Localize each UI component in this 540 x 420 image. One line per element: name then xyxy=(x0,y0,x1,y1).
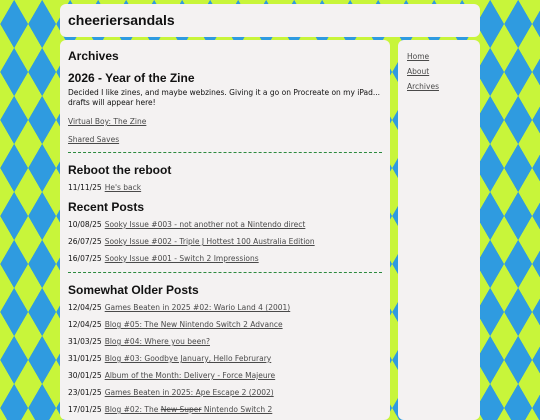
post-date: 31/01/25 xyxy=(68,354,102,363)
site-title[interactable]: cheeriersandals xyxy=(68,12,472,28)
reboot-section-title: Reboot the reboot xyxy=(68,163,172,177)
post-title-strikethrough: New Super xyxy=(160,405,202,414)
post-date: 16/07/25 xyxy=(68,254,102,263)
post-row: 12/04/25 Blog #05: The New Nintendo Switc… xyxy=(68,320,382,330)
post-link[interactable]: Sooky Issue #002 - Triple J Hottest 100 … xyxy=(105,237,315,246)
post-row: 31/01/25 Blog #03: Goodbye January, Hello… xyxy=(68,354,382,364)
post-row: 17/01/25 Blog #02: The New Super Nintendo… xyxy=(68,405,382,415)
sidebar-nav: Home About Archives xyxy=(398,40,480,420)
main-content: Archives 2026 - Year of the Zine Decided… xyxy=(60,40,390,420)
post-date: 23/01/25 xyxy=(68,388,102,397)
post-date: 31/03/25 xyxy=(68,337,102,346)
post-date: 12/04/25 xyxy=(68,303,102,312)
post-date: 17/01/25 xyxy=(68,405,102,414)
post-link[interactable]: Blog #04: Where you been? xyxy=(105,337,210,346)
post-row: 26/07/25 Sooky Issue #002 - Triple J Hott… xyxy=(68,237,382,247)
post-row: 16/07/25 Sooky Issue #001 - Switch 2 Impr… xyxy=(68,254,382,264)
zine-link-virtual-boy[interactable]: Virtual Boy: The Zine xyxy=(68,117,382,126)
post-date: 10/08/25 xyxy=(68,220,102,229)
post-link[interactable]: Sooky Issue #003 - not another not a Nin… xyxy=(105,220,306,229)
post-link[interactable]: Games Beaten in 2025: Ape Escape 2 (2002… xyxy=(105,388,274,397)
zine-link-shared-saves[interactable]: Shared Saves xyxy=(68,135,382,144)
post-link[interactable]: Blog #02: The New Super Nintendo Switch … xyxy=(105,405,273,414)
post-link[interactable]: Games Beaten in 2025 #02: Wario Land 4 (… xyxy=(105,303,291,312)
post-row: 31/03/25 Blog #04: Where you been? xyxy=(68,337,382,347)
nav-link-home[interactable]: Home xyxy=(407,52,471,61)
post-date: 30/01/25 xyxy=(68,371,102,380)
page-title: Archives xyxy=(68,49,119,63)
post-title-part: Nintendo Switch 2 xyxy=(201,405,273,414)
post-title-part: Blog #02: The xyxy=(104,405,161,414)
post-row: 12/04/25 Games Beaten in 2025 #02: Wario … xyxy=(68,303,382,313)
section-divider xyxy=(68,272,382,273)
zine-description: Decided I like zines, and maybe webzines… xyxy=(68,88,381,107)
zine-section-title: 2026 - Year of the Zine xyxy=(68,71,195,85)
section-divider xyxy=(68,152,382,153)
nav-link-about[interactable]: About xyxy=(407,67,471,76)
older-posts-title: Somewhat Older Posts xyxy=(68,283,199,297)
site-header: cheeriersandals xyxy=(60,4,480,37)
post-row: 30/01/25 Album of the Month: Delivery - F… xyxy=(68,371,382,381)
post-link[interactable]: Blog #05: The New Nintendo Switch 2 Adva… xyxy=(105,320,283,329)
post-row: 23/01/25 Games Beaten in 2025: Ape Escape… xyxy=(68,388,382,398)
nav-link-archives[interactable]: Archives xyxy=(407,82,471,91)
post-link[interactable]: Sooky Issue #001 - Switch 2 Impressions xyxy=(105,254,259,263)
post-link[interactable]: He's back xyxy=(105,183,141,192)
post-row: 10/08/25 Sooky Issue #003 - not another n… xyxy=(68,220,382,230)
recent-posts-title: Recent Posts xyxy=(68,200,145,214)
post-date: 26/07/25 xyxy=(68,237,102,246)
post-link[interactable]: Blog #03: Goodbye January, Hello Februra… xyxy=(105,354,272,363)
post-date: 12/04/25 xyxy=(68,320,102,329)
post-date: 11/11/25 xyxy=(68,183,102,192)
post-row: 11/11/25 He's back xyxy=(68,183,382,193)
post-link[interactable]: Album of the Month: Delivery - Force Maj… xyxy=(105,371,275,380)
